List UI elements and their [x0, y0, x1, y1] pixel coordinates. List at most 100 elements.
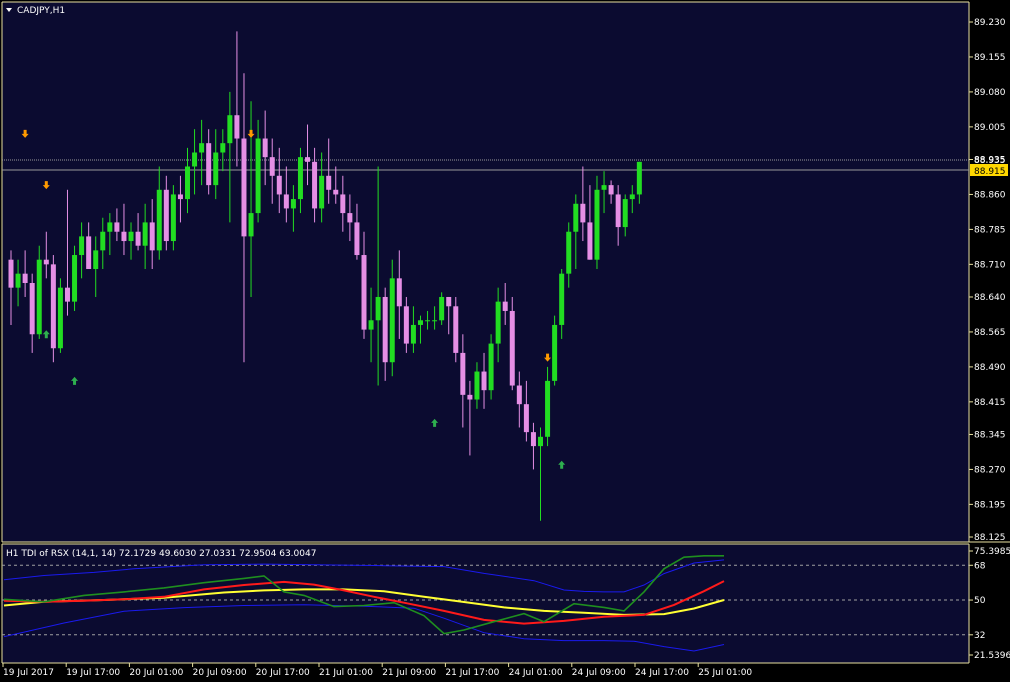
bear-candle-body [149, 222, 155, 251]
bull-candle-body [79, 236, 85, 256]
bear-candle-body [453, 306, 459, 353]
price-axis-label: 88.195 [974, 500, 1006, 510]
bull-candle-body [629, 194, 635, 200]
bear-candle-body [516, 385, 522, 405]
bull-candle-body [432, 320, 438, 322]
bull-candle-body [213, 152, 219, 186]
candle [552, 315, 558, 386]
indicator-title: H1 TDI of RSX (14,1, 14) 72.1729 49.6030… [6, 549, 316, 559]
time-axis-label: 24 Jul 01:00 [509, 668, 563, 678]
bear-candle-body [403, 306, 409, 344]
bear-candle-body [460, 352, 466, 395]
bull-candle-body [170, 194, 176, 242]
candle [509, 296, 515, 391]
bull-candle-body [417, 320, 423, 325]
bear-candle-body [64, 287, 70, 302]
candle [50, 255, 56, 363]
bull-candle-body [248, 213, 254, 237]
indicator-axis-label: 21.5396 [974, 651, 1010, 661]
bear-candle-body [283, 194, 289, 209]
bear-candle-body [269, 157, 275, 176]
bull-candle-body [495, 301, 501, 344]
bull-candle-body [290, 199, 296, 209]
time-axis-label: 20 Jul 09:00 [193, 668, 247, 678]
bull-candle-body [255, 138, 261, 214]
bear-candle-body [615, 194, 621, 228]
candle [439, 292, 445, 325]
indicator-plot-area[interactable] [2, 544, 969, 663]
candle [594, 175, 600, 270]
price-axis-label: 88.415 [974, 398, 1006, 408]
time-axis-label: 19 Jul 17:00 [66, 668, 120, 678]
bear-candle-body [86, 236, 92, 270]
bull-candle-body [566, 231, 572, 274]
time-axis-label: 25 Jul 01:00 [698, 668, 752, 678]
price-axis-label: 88.270 [974, 465, 1006, 475]
bear-candle-body [114, 222, 120, 232]
price-axis-label: 88.490 [974, 363, 1006, 373]
bull-candle-body [15, 273, 21, 288]
bear-candle-body [22, 273, 28, 283]
bear-candle-body [608, 185, 614, 195]
bull-candle-body [552, 324, 558, 381]
bear-candle-body [262, 138, 268, 158]
bull-candle-body [594, 189, 600, 260]
bull-candle-body [545, 380, 551, 437]
bear-candle-body [396, 278, 402, 307]
bull-candle-body [636, 161, 642, 195]
bull-candle-body [439, 296, 445, 321]
bear-candle-body [234, 115, 240, 139]
bear-candle-body [312, 161, 318, 209]
bear-candle-body [326, 175, 332, 190]
bear-candle-body [382, 296, 388, 363]
current-price-label: 88.915 [974, 167, 1006, 177]
ask-price-label: 88.935 [974, 156, 1006, 166]
bull-candle-body [601, 185, 607, 190]
bear-candle-body [340, 194, 346, 214]
price-axis-label: 89.155 [974, 53, 1006, 63]
bull-candle-body [185, 166, 190, 200]
candle [72, 245, 78, 311]
bear-candle-body [163, 189, 169, 242]
bear-candle-body [509, 310, 515, 386]
bull-candle-body [128, 231, 134, 242]
bear-candle-body [481, 371, 487, 391]
bear-candle-body [121, 231, 127, 242]
bull-candle-body [199, 143, 205, 153]
bull-candle-body [142, 222, 148, 246]
bear-candle-body [587, 222, 593, 260]
bear-candle-body [135, 231, 141, 246]
bull-candle-body [93, 250, 99, 270]
bear-candle-body [502, 301, 508, 311]
price-axis-label: 88.785 [974, 225, 1006, 235]
bear-candle-body [347, 213, 353, 223]
candle [488, 334, 494, 400]
bear-candle-body [276, 175, 282, 195]
price-axis-label: 88.860 [974, 190, 1006, 200]
bear-candle-body [333, 189, 339, 195]
main-plot-area[interactable] [2, 2, 969, 542]
bear-candle-body [530, 432, 536, 447]
time-axis-label: 24 Jul 17:00 [635, 668, 689, 678]
bear-candle-body [29, 282, 35, 335]
bull-candle-body [410, 324, 416, 344]
indicator-axis-label: 75.3985 [974, 547, 1010, 557]
bear-candle-body [241, 138, 247, 237]
bear-candle-body [446, 296, 452, 307]
bull-candle-body [573, 203, 579, 232]
time-axis-label: 20 Jul 17:00 [256, 668, 310, 678]
bull-candle-body [375, 296, 381, 321]
bear-candle-body [467, 394, 473, 400]
bull-candle-body [36, 259, 42, 335]
bull-candle-body [72, 255, 78, 302]
time-axis-label: 21 Jul 09:00 [382, 668, 436, 678]
time-axis-label: 20 Jul 01:00 [129, 668, 183, 678]
price-axis-label: 89.230 [974, 18, 1006, 28]
bull-candle-body [622, 199, 628, 228]
bull-candle-body [559, 273, 565, 325]
bull-candle-body [425, 320, 431, 322]
bear-candle-body [206, 143, 212, 186]
symbol-title: CADJPY,H1 [17, 6, 65, 16]
time-axis-label: 24 Jul 09:00 [572, 668, 626, 678]
price-axis-label: 89.005 [974, 123, 1006, 133]
